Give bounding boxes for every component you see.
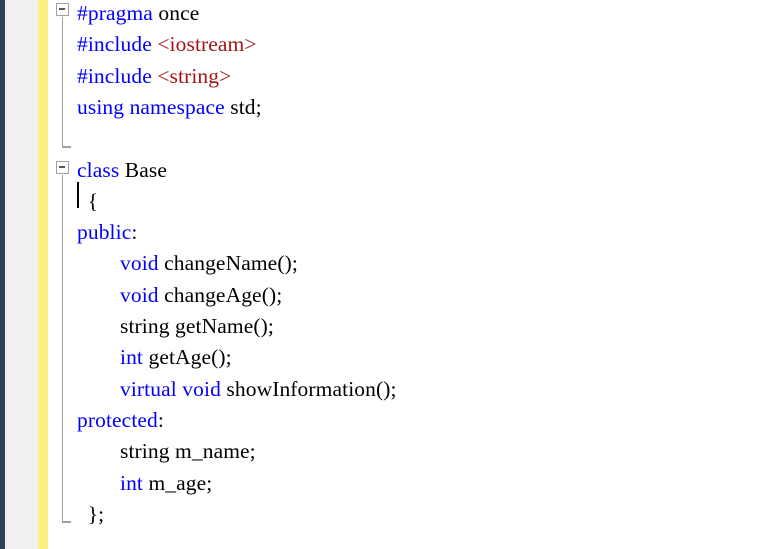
code-token: #include [77,63,152,88]
code-line[interactable]: void changeName(); [120,248,298,279]
code-token: void [120,282,159,307]
code-line[interactable]: }; [88,499,105,530]
code-editor-window: #pragma once #include <iostream> #include … [0,0,780,549]
code-line[interactable]: string getName(); [120,311,274,342]
code-token: changeAge(); [158,282,283,307]
code-token: class [77,157,120,182]
code-token: protected [77,407,158,432]
code-token: int [120,345,143,370]
code-token: <string> [157,63,232,88]
code-token: once [158,1,200,25]
fold-region-end-preprocessor-region [61,146,71,148]
code-line[interactable] [77,123,82,154]
code-token: Base [119,157,167,182]
code-token: using namespace [77,94,225,119]
code-token: #include [77,32,152,57]
code-line[interactable]: { [88,186,98,217]
minus-icon [59,8,65,11]
code-surface[interactable]: #pragma once #include <iostream> #include … [48,0,780,549]
code-token: std; [224,94,262,119]
minus-icon [59,166,65,169]
code-line[interactable]: void changeAge(); [120,280,282,311]
code-line[interactable]: public: [77,217,137,248]
code-token: changeName(); [158,251,298,276]
code-token: : [157,407,164,432]
code-token: { [87,188,99,213]
code-token: string m_name; [120,439,256,464]
code-token: <iostream> [157,32,257,57]
code-line[interactable]: virtual void showInformation(); [120,374,397,405]
code-line[interactable]: string m_name; [120,436,256,467]
text-caret [77,182,79,208]
code-token: m_age; [143,470,213,495]
fold-toggle-preprocessor-region[interactable] [56,3,69,16]
code-token: string getName(); [120,314,274,338]
code-token: void [120,251,159,276]
code-line[interactable]: protected: [77,405,164,436]
code-line[interactable]: #pragma once [77,0,199,29]
code-token: public [77,220,132,245]
code-text-area[interactable]: #pragma once #include <iostream> #include … [48,0,780,549]
indicator-margin[interactable] [5,0,38,549]
code-line[interactable]: int getAge(); [120,342,232,373]
code-line[interactable]: using namespace std; [77,92,262,123]
code-token: #pragma [77,1,153,25]
fold-region-line-class-base-region [61,175,64,521]
code-line[interactable]: #include <string> [77,61,231,92]
code-line[interactable]: int m_age; [120,468,212,499]
unsaved-changes-bar [38,0,48,549]
code-token: getAge(); [143,345,232,370]
code-token: showInformation(); [220,376,397,401]
code-line[interactable]: #include <iostream> [77,29,257,60]
code-token: virtual void [120,376,221,401]
code-token: }; [87,501,105,526]
code-line[interactable]: class Base [77,155,167,186]
code-token: : [131,220,138,245]
fold-region-end-class-base-region [61,521,71,523]
code-token: int [120,470,143,495]
fold-region-line-preprocessor-region [61,17,64,146]
fold-toggle-class-base-region[interactable] [56,161,69,174]
